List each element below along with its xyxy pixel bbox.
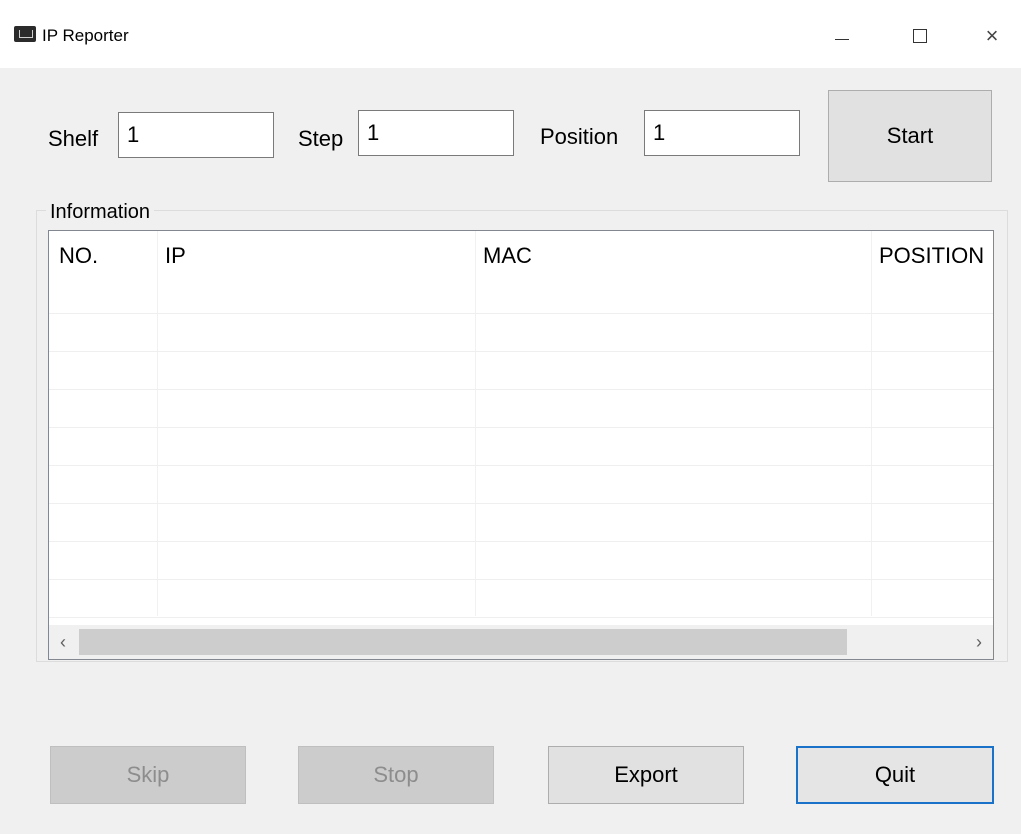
column-divider xyxy=(475,231,476,616)
step-input[interactable]: 1 xyxy=(358,110,514,156)
grid-row-line xyxy=(49,503,993,504)
column-header-mac[interactable]: MAC xyxy=(483,243,532,269)
column-header-position[interactable]: POSITION xyxy=(879,243,984,269)
scroll-right-icon[interactable]: › xyxy=(967,629,991,655)
column-header-ip[interactable]: IP xyxy=(165,243,186,269)
app-window-icon xyxy=(14,26,36,42)
grid-row-line xyxy=(49,541,993,542)
start-button[interactable]: Start xyxy=(828,90,992,182)
close-icon: × xyxy=(985,23,999,48)
position-label: Position xyxy=(540,124,619,149)
grid-row-line xyxy=(49,465,993,466)
information-list[interactable]: NO. IP MAC POSITION ‹ › xyxy=(48,230,994,660)
grid-row-line xyxy=(49,389,993,390)
maximize-button[interactable] xyxy=(890,14,950,58)
grid-row-line xyxy=(49,617,993,618)
grid-row-line xyxy=(49,427,993,428)
grid-row-line xyxy=(49,579,993,580)
minimize-icon xyxy=(835,38,849,40)
information-group-label: Information xyxy=(46,200,155,224)
column-divider xyxy=(157,231,158,616)
skip-button[interactable]: Skip xyxy=(50,746,246,804)
horizontal-scrollbar[interactable]: ‹ › xyxy=(49,625,993,659)
column-header-no[interactable]: NO. xyxy=(59,243,98,269)
maximize-icon xyxy=(913,29,927,43)
step-label: Step xyxy=(298,126,344,151)
export-button[interactable]: Export xyxy=(548,746,744,804)
close-button[interactable]: × xyxy=(962,14,1021,58)
quit-button[interactable]: Quit xyxy=(796,746,994,804)
minimize-button[interactable] xyxy=(812,14,872,58)
scroll-left-icon[interactable]: ‹ xyxy=(51,629,75,655)
stop-button[interactable]: Stop xyxy=(298,746,494,804)
shelf-input[interactable]: 1 xyxy=(118,112,274,158)
position-input[interactable]: 1 xyxy=(644,110,800,156)
column-divider xyxy=(871,231,872,616)
title-bar: IP Reporter × xyxy=(0,0,1021,68)
grid-row-line xyxy=(49,351,993,352)
scrollbar-thumb[interactable] xyxy=(79,629,847,655)
grid-row-line xyxy=(49,313,993,314)
window-title: IP Reporter xyxy=(42,26,129,45)
shelf-label: Shelf xyxy=(48,126,99,151)
